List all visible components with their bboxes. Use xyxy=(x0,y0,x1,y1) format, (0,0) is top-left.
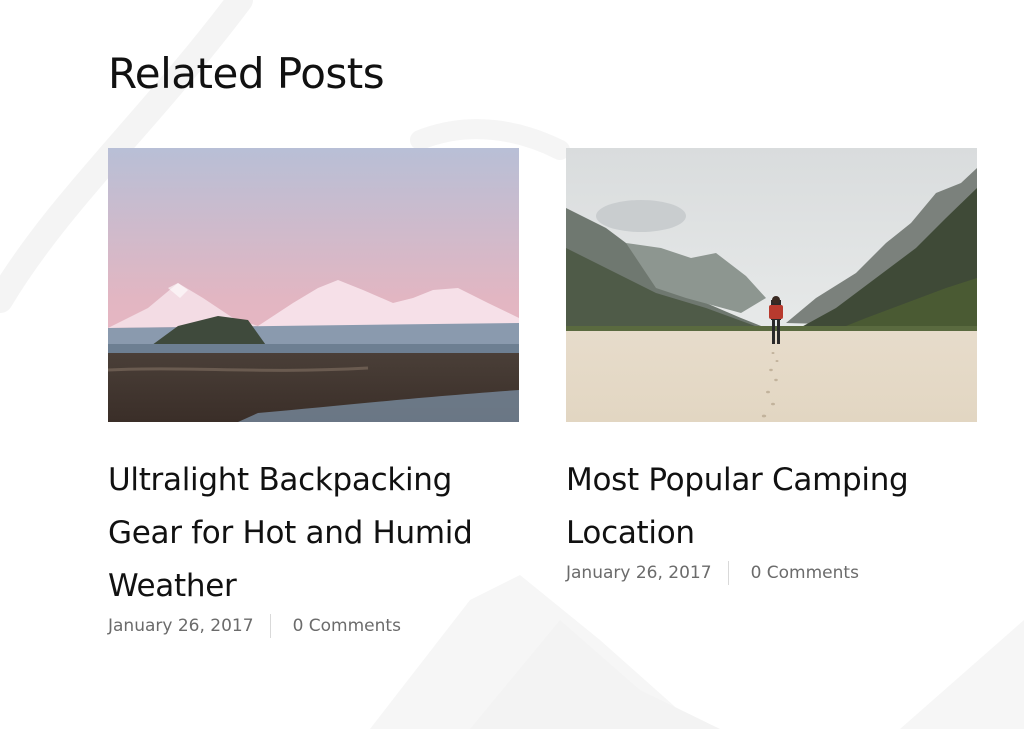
post-comments-link[interactable]: 0 Comments xyxy=(293,613,401,639)
post-thumbnail-link[interactable] xyxy=(108,148,519,422)
post-thumbnail-image xyxy=(566,148,977,422)
post-card: Most Popular Camping Location January 26… xyxy=(566,148,977,586)
post-card: Ultralight Backpacking Gear for Hot and … xyxy=(108,148,519,639)
meta-divider xyxy=(727,561,729,585)
post-thumbnail-link[interactable] xyxy=(566,148,977,422)
post-date[interactable]: January 26, 2017 xyxy=(566,560,712,586)
post-comments-link[interactable]: 0 Comments xyxy=(751,560,859,586)
post-date[interactable]: January 26, 2017 xyxy=(108,613,254,639)
related-posts-page: Related Posts Ultralight Backpacking Gea… xyxy=(0,0,1024,729)
section-title: Related Posts xyxy=(108,49,385,98)
meta-divider xyxy=(269,614,271,638)
post-meta: January 26, 2017 0 Comments xyxy=(108,613,519,639)
post-meta: January 26, 2017 0 Comments xyxy=(566,560,977,586)
post-thumbnail-image xyxy=(108,148,519,422)
post-title[interactable]: Ultralight Backpacking Gear for Hot and … xyxy=(108,454,519,613)
post-title[interactable]: Most Popular Camping Location xyxy=(566,454,977,560)
